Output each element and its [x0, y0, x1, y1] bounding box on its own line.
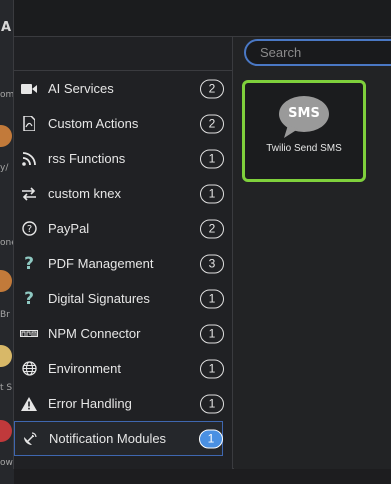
search-input[interactable] [246, 41, 391, 64]
category-rss-functions[interactable]: rss Functions 1 [14, 141, 232, 176]
globe-icon [20, 360, 38, 378]
sms-bubble-icon: SMS [278, 95, 330, 138]
category-count-badge: 2 [200, 219, 224, 238]
pdf-file-icon [20, 115, 38, 133]
background-avatar [0, 125, 12, 147]
npm-icon [20, 325, 38, 343]
background-avatar [0, 420, 12, 442]
category-custom-actions[interactable]: Custom Actions 2 [14, 106, 232, 141]
question-icon: ? [24, 253, 34, 274]
popup-header [14, 0, 391, 37]
background-app-strip: A om y/ one Br t S ow [0, 0, 17, 484]
category-count-badge: 1 [200, 359, 224, 378]
background-fragment: ow [0, 458, 13, 468]
category-error-handling[interactable]: Error Handling 1 [14, 386, 232, 421]
category-ai-services[interactable]: AI Services 2 [14, 71, 232, 106]
category-notification-modules[interactable]: Notification Modules 1 [14, 421, 223, 456]
background-letter: A [1, 20, 12, 35]
module-picker-popup: AI Services 2 Custom Actions 2 rss Funct… [13, 0, 391, 469]
category-label: Notification Modules [49, 431, 167, 446]
rss-icon [20, 150, 38, 168]
module-results-panel: SMS Twilio Send SMS [234, 37, 391, 469]
swap-arrows-icon [20, 185, 38, 203]
question-circle-icon: ? [20, 220, 38, 238]
background-fragment: y/ [0, 163, 9, 173]
svg-text:?: ? [26, 224, 31, 235]
module-label: Twilio Send SMS [266, 143, 342, 154]
category-paypal[interactable]: ? PayPal 2 [14, 211, 232, 246]
category-count-badge: 1 [199, 429, 223, 448]
category-count-badge: 2 [200, 79, 224, 98]
background-fragment: Br [0, 310, 10, 320]
category-count-badge: 1 [200, 149, 224, 168]
category-count-badge: 1 [200, 289, 224, 308]
category-count-badge: 3 [200, 254, 224, 273]
category-npm-connector[interactable]: NPM Connector 1 [14, 316, 232, 351]
search-box [244, 39, 391, 66]
category-list-panel: AI Services 2 Custom Actions 2 rss Funct… [14, 37, 233, 469]
category-count-badge: 1 [200, 394, 224, 413]
warning-icon [20, 395, 38, 413]
question-icon: ? [24, 288, 34, 309]
category-environment[interactable]: Environment 1 [14, 351, 232, 386]
background-fragment: t S [0, 383, 13, 393]
category-count-badge: 1 [200, 324, 224, 343]
sms-icon-text: SMS [288, 106, 320, 121]
satellite-dish-icon [21, 430, 39, 448]
category-count-badge: 1 [200, 184, 224, 203]
category-list-header [14, 37, 232, 71]
category-count-badge: 2 [200, 114, 224, 133]
category-pdf-management[interactable]: ? PDF Management 3 [14, 246, 232, 281]
category-custom-knex[interactable]: custom knex 1 [14, 176, 232, 211]
module-card-twilio-send-sms[interactable]: SMS Twilio Send SMS [242, 80, 366, 182]
video-camera-icon [20, 80, 38, 98]
background-avatar [0, 345, 12, 367]
category-digital-signatures[interactable]: ? Digital Signatures 1 [14, 281, 232, 316]
background-avatar [0, 270, 12, 292]
